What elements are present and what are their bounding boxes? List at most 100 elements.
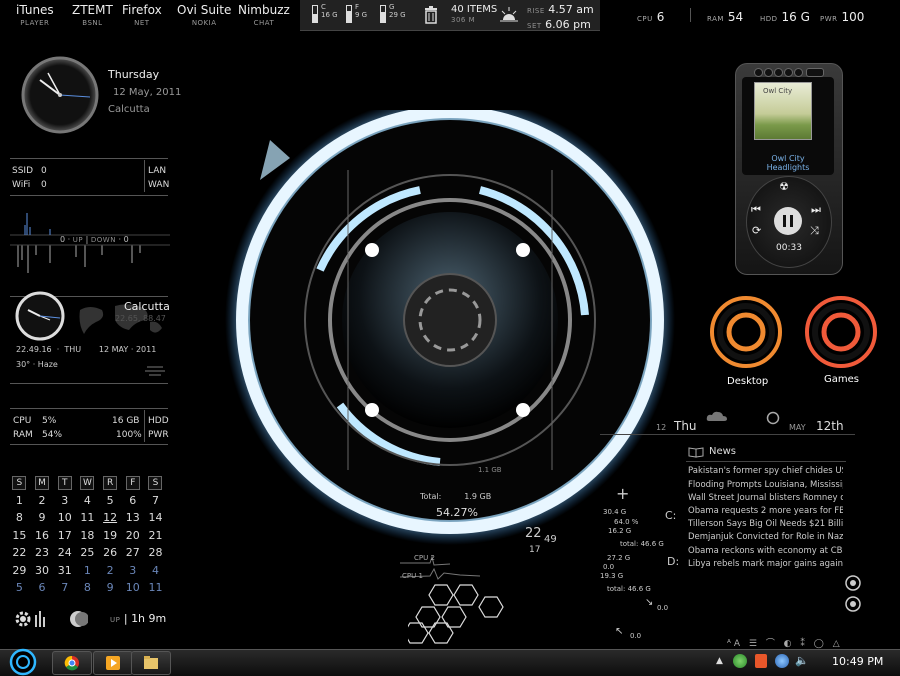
start-orb-icon[interactable] [7,648,39,676]
gear-icon[interactable] [13,609,33,629]
news-item[interactable]: Obama reckons with economy at CBS N... [688,546,843,556]
calendar-day: 20 [125,528,140,542]
calendar-day-next: 3 [129,563,137,577]
hexagon-cluster[interactable] [408,583,518,645]
top-cpu: CPU 6 [637,10,665,24]
drive-f-fill [347,10,351,22]
radiation-icon[interactable]: ☢ [779,180,789,193]
news-item[interactable]: Pakistan's former spy chief chides US o.… [688,466,843,476]
games-ring-icon[interactable] [803,294,879,370]
usage-hdd-value: 16 GB [112,416,140,426]
disk-c-label: C: [665,509,677,522]
calendar-day: 10 [57,511,72,525]
drive-c-fill [313,14,317,22]
calendar-day-next: 2 [106,563,114,577]
games-shortcut-label[interactable]: Games [824,374,859,385]
launcher-nimbuzz[interactable]: Nimbuzz CHAT [238,4,290,29]
calendar-day: 2 [38,493,46,507]
weather-text: 30° · Haze [16,360,58,369]
top-ram: RAM 54 [707,10,744,24]
desktop-shortcut-label[interactable]: Desktop [727,376,768,387]
target-icons[interactable] [843,574,863,614]
player-track: Owl City Headlights [766,154,810,172]
tray-network-icon[interactable] [733,654,747,668]
disk-d-total-label: total: 46.6 G [607,585,651,593]
tray-volume-icon[interactable]: 🔈 [795,654,809,667]
player-top-buttons [744,67,830,77]
io-b: 0.0 [630,632,642,640]
calendar-day: 28 [148,546,163,560]
wifi-label: WiFi [12,180,31,190]
calendar-day: 1 [15,493,23,507]
taskbar-explorer[interactable] [131,651,171,675]
news-item[interactable]: Obama requests 2 more years for FBI c... [688,506,843,516]
news-item[interactable]: Flooding Prompts Louisiana, Mississippi.… [688,480,843,490]
calendar-day: 21 [148,528,163,542]
date-strip-monthday: 12th [816,419,844,433]
disk-d-used: 27.2 G [607,554,631,562]
recycle-bin-icon[interactable] [424,6,438,24]
tray-expand-icon[interactable]: ▲ [716,656,723,666]
digital-clock-second: 17 [529,545,541,555]
sunrise-icon [500,7,518,22]
news-title: News [709,446,737,457]
usage-cpu-label: CPU [13,416,32,426]
toolbar-mini-icons[interactable]: ᴬA ☰ ⌒ ◐ ⁑ ◯ △ [727,636,843,649]
calendar-day-next: 5 [15,581,23,595]
disk-d-free: 0.0 [603,563,615,571]
launcher-ztemt[interactable]: ZTEMT BSNL [72,4,113,29]
cpu2-label: CPU 2 [414,554,435,562]
pause-button[interactable] [774,207,802,235]
news-item[interactable]: Demjanjuk Convicted for Role in Nazi... [688,532,843,542]
tray-app-icon[interactable] [755,654,767,668]
disk-d-label: D: [667,555,680,568]
calendar: S M T W R F S 1 2 3 4 5 6 7 8 9 10 11 12… [8,474,167,597]
usage-pwr-value: 100% [116,430,142,440]
io-a: 0.0 [657,604,669,612]
news-item[interactable]: Libya rebels mark major gains against... [688,559,843,569]
launcher-itunes[interactable]: iTunes PLAYER [16,4,54,29]
news-item[interactable]: Tillerson Says Big Oil Needs $21 Billion… [688,519,843,529]
launcher-firefox[interactable]: Firefox NET [122,4,162,29]
chrome-icon [64,655,79,671]
player-time: 00:33 [776,243,802,253]
analog-clock-2 [15,291,65,341]
calendar-day: 31 [57,563,72,577]
calendar-day: 15 [12,528,27,542]
usage-ram-value: 54% [42,430,63,440]
launcher-ovi-suite[interactable]: Ovi Suite NOKIA [177,4,231,29]
desktop-ring-icon[interactable] [708,294,784,370]
calendar-day: 14 [148,511,163,525]
wifi-value: 0 [41,180,47,190]
folder-icon [144,656,158,669]
arrow-up-left-icon: ↖ [615,626,624,637]
uptime: UP | 1h 9m [110,612,167,625]
usage-pwr-label: PWR [148,430,169,440]
cloud-icon [706,411,727,421]
taskbar-chrome[interactable] [52,651,92,675]
tray-security-icon[interactable] [775,654,789,668]
ssid-label: SSID [12,166,34,176]
calendar-today: 12 [103,511,118,525]
taskbar-media-player[interactable] [93,651,133,675]
clock1-day: Thursday [108,68,160,81]
haze-icon [145,366,165,376]
calendar-day: 27 [125,546,140,560]
previous-icon[interactable]: ⏮ [751,203,761,217]
calendar-day-next: 1 [83,563,91,577]
calendar-day: 11 [80,511,95,525]
clock2-coords: 22.65, 88.47 [115,314,166,323]
calendar-day: 9 [38,511,46,525]
lan-label: LAN [148,166,167,176]
calendar-day-next: 7 [61,581,69,595]
news-item[interactable]: Wall Street Journal blisters Romney ov..… [688,493,843,503]
next-icon[interactable]: ⏭ [811,203,821,217]
repeat-icon[interactable]: ⟳ [752,224,761,237]
calendar-day-next: 9 [106,581,114,595]
calendar-day: 24 [57,546,72,560]
arrow-down-right-icon: ↘ [645,597,654,608]
taskbar-clock[interactable]: 10:49 PM [832,655,883,668]
shuffle-icon[interactable]: ⤨ [810,224,819,238]
equalizer-icon[interactable] [35,611,47,627]
album-art[interactable]: Owl City [754,82,812,140]
